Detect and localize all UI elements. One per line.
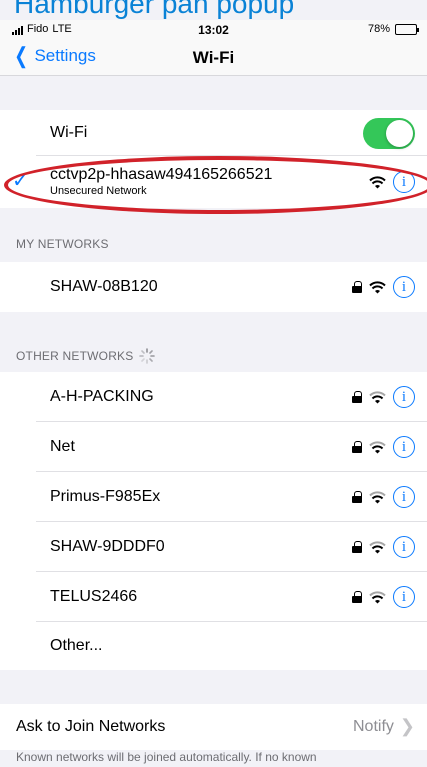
- ask-to-join-label: Ask to Join Networks: [16, 718, 166, 735]
- battery-percent: 78%: [367, 23, 390, 35]
- network-row[interactable]: A-H-PACKING i: [0, 372, 427, 422]
- lock-icon: [352, 491, 362, 503]
- status-time: 13:02: [198, 23, 229, 37]
- battery-icon: [395, 23, 419, 35]
- other-network-label: Other...: [50, 637, 103, 654]
- chevron-right-icon: ❯: [399, 716, 415, 736]
- toggle-knob: [386, 119, 413, 147]
- info-icon[interactable]: i: [393, 586, 415, 608]
- footer-note: Known networks will be joined automatica…: [16, 750, 317, 764]
- network-row[interactable]: SHAW-08B120 i: [0, 262, 427, 312]
- network-row[interactable]: SHAW-9DDDF0 i: [0, 522, 427, 572]
- info-icon[interactable]: i: [393, 386, 415, 408]
- info-icon[interactable]: i: [393, 486, 415, 508]
- info-icon[interactable]: i: [393, 536, 415, 558]
- lock-icon: [352, 281, 362, 293]
- lock-icon: [352, 441, 362, 453]
- other-networks-header: OTHER NETWORKS: [16, 348, 156, 364]
- my-networks-header: MY NETWORKS: [16, 237, 109, 251]
- lock-icon: [352, 591, 362, 603]
- other-network-row[interactable]: Other...: [0, 622, 427, 670]
- network-icons: i: [352, 386, 415, 408]
- banner-text: Hamburger pan popup: [14, 0, 295, 19]
- connected-network-row[interactable]: ✓ cctvp2p-hhasaw494165266521 Unsecured N…: [0, 156, 427, 208]
- network-icons: i: [352, 276, 415, 298]
- network-icons: i: [352, 586, 415, 608]
- connected-network-status: Unsecured Network: [50, 185, 147, 197]
- ask-to-join-value: Notify: [353, 717, 394, 735]
- network-name: A-H-PACKING: [50, 388, 154, 405]
- lock-icon: [352, 391, 362, 403]
- checkmark-icon: ✓: [12, 170, 29, 192]
- info-icon[interactable]: i: [393, 436, 415, 458]
- wifi-signal-icon: [369, 175, 386, 188]
- network-name: SHAW-08B120: [50, 278, 158, 295]
- network-row[interactable]: Net i: [0, 422, 427, 472]
- network-icons: i: [352, 486, 415, 508]
- page-title: Wi-Fi: [192, 48, 235, 67]
- network-name: SHAW-9DDDF0: [50, 538, 165, 555]
- status-bar: Fido LTE 13:02 78%: [0, 20, 427, 38]
- wifi-toggle-row: Wi-Fi: [0, 110, 427, 156]
- ask-to-join-value-group: Notify ❯: [353, 716, 415, 737]
- info-icon[interactable]: i: [393, 276, 415, 298]
- network-icons: i: [352, 536, 415, 558]
- network-name: TELUS2466: [50, 588, 138, 605]
- wifi-signal-icon: [369, 390, 386, 403]
- other-networks-title: OTHER NETWORKS: [16, 349, 134, 363]
- network-name: Net: [50, 438, 75, 455]
- wifi-signal-icon: [369, 590, 386, 603]
- wifi-signal-icon: [369, 280, 386, 293]
- wifi-signal-icon: [369, 540, 386, 553]
- wifi-signal-icon: [369, 490, 386, 503]
- ask-to-join-row[interactable]: Ask to Join Networks Notify ❯: [0, 704, 427, 750]
- connected-network-name: cctvp2p-hhasaw494165266521: [50, 166, 273, 183]
- network-name: Primus-F985Ex: [50, 488, 161, 505]
- wifi-toggle-label: Wi-Fi: [50, 124, 88, 141]
- status-right: 78%: [367, 23, 419, 35]
- info-icon[interactable]: i: [393, 171, 415, 193]
- top-banner: Hamburger pan popup: [0, 0, 427, 20]
- network-row[interactable]: TELUS2466 i: [0, 572, 427, 622]
- wifi-signal-icon: [369, 440, 386, 453]
- navigation-bar: ❮ Settings Wi-Fi: [0, 38, 427, 76]
- lock-icon: [352, 541, 362, 553]
- network-row[interactable]: Primus-F985Ex i: [0, 472, 427, 522]
- wifi-toggle[interactable]: [363, 117, 415, 149]
- connected-icons: i: [369, 171, 415, 193]
- loading-spinner-icon: [139, 348, 156, 364]
- network-icons: i: [352, 436, 415, 458]
